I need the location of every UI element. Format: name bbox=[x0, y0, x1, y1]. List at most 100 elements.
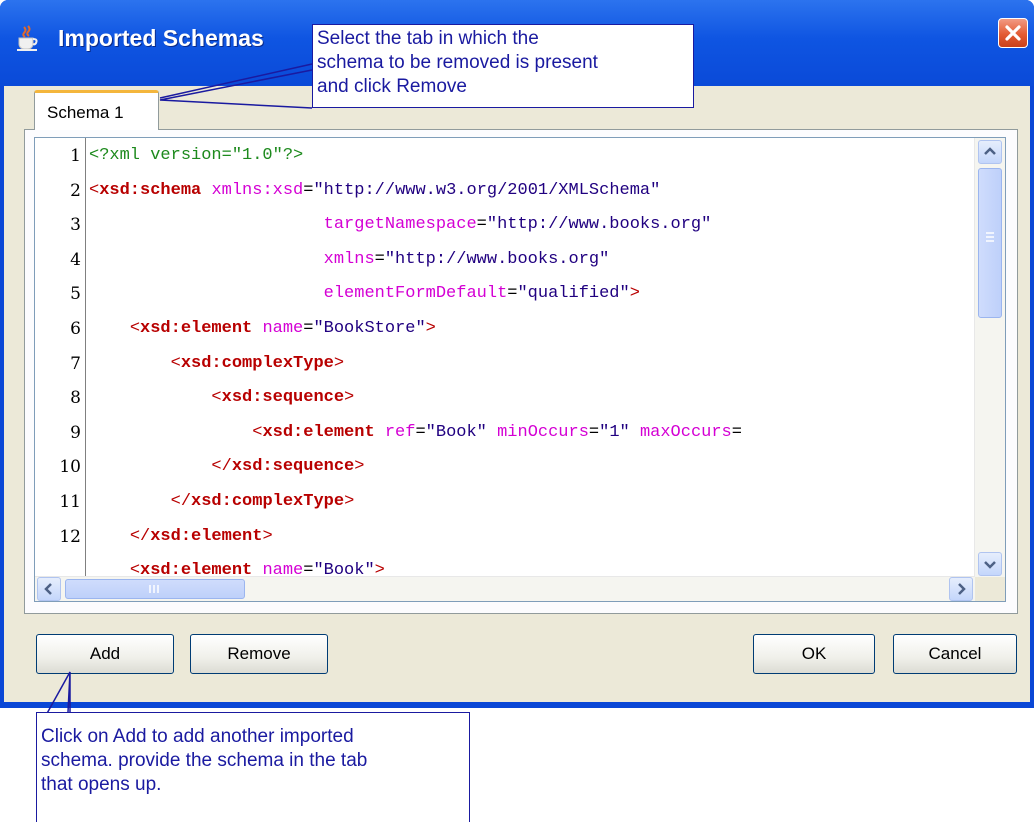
horizontal-scroll-thumb[interactable] bbox=[65, 579, 245, 599]
grip-icon bbox=[986, 232, 994, 242]
vertical-scrollbar[interactable] bbox=[974, 138, 1005, 578]
code-token: > bbox=[344, 388, 355, 408]
code-token: xsd:element bbox=[140, 319, 253, 338]
add-button[interactable]: Add bbox=[36, 634, 174, 674]
callout-line: schema. provide the schema in the tab bbox=[41, 750, 368, 771]
code-token: = bbox=[588, 422, 600, 442]
code-area[interactable]: <?xml version="1.0"?> <xsd:schema xmlns:x… bbox=[89, 138, 975, 578]
scroll-right-icon bbox=[958, 583, 966, 595]
line-number: 8 bbox=[70, 388, 81, 409]
code-line: <?xml version="1.0"?> bbox=[89, 146, 303, 165]
code-token: > bbox=[354, 457, 365, 477]
code-token: < bbox=[211, 388, 222, 408]
code-line: xmlns="http://www.books.org" bbox=[89, 249, 610, 269]
code-line: <xsd:schema xmlns:xsd="http://www.w3.org… bbox=[89, 181, 660, 200]
schema-editor[interactable]: 1 2 3 4 5 6 7 8 9 10 11 12 <?xml version="1.0"?> <xs… bbox=[34, 137, 1006, 602]
code-line: </xsd:element> bbox=[89, 527, 273, 546]
scroll-up-icon bbox=[984, 147, 996, 155]
code-token: = bbox=[507, 284, 518, 304]
code-token: < bbox=[170, 353, 181, 373]
scroll-up-button[interactable] bbox=[978, 140, 1002, 164]
tab-label: Schema 1 bbox=[47, 103, 124, 122]
code-line: </xsd:sequence> bbox=[89, 457, 364, 476]
line-number: 11 bbox=[59, 492, 81, 512]
scroll-right-button[interactable] bbox=[949, 577, 973, 601]
add-hint-callout: Click on Add to add another imported sch… bbox=[36, 712, 470, 822]
ok-button[interactable]: OK bbox=[753, 634, 875, 674]
tab-schema-1[interactable]: Schema 1 bbox=[34, 90, 159, 130]
code-line: <xsd:sequence> bbox=[89, 388, 354, 407]
code-line: <xsd:element name="BookStore"> bbox=[89, 319, 436, 338]
line-number: 1 bbox=[70, 146, 81, 166]
code-token: = bbox=[476, 215, 487, 235]
cancel-button[interactable]: Cancel bbox=[893, 634, 1017, 674]
line-number: 4 bbox=[70, 249, 81, 270]
scroll-left-button[interactable] bbox=[37, 577, 61, 601]
scroll-down-icon bbox=[984, 561, 996, 569]
callout-line: that opens up. bbox=[41, 774, 162, 795]
line-number: 12 bbox=[59, 526, 81, 547]
vertical-scroll-thumb[interactable] bbox=[978, 168, 1002, 318]
code-token: xmlns bbox=[323, 249, 375, 269]
code-token: > bbox=[333, 353, 345, 373]
grip-icon bbox=[149, 585, 159, 593]
code-token: < bbox=[129, 319, 141, 338]
code-token: targetNamespace bbox=[323, 215, 477, 235]
code-token: = bbox=[415, 422, 426, 442]
tab-hint-callout: Select the tab in which the schema to be… bbox=[312, 24, 694, 108]
code-token: = bbox=[303, 319, 314, 338]
code-token: > bbox=[344, 492, 355, 511]
code-token: minOccurs bbox=[497, 422, 589, 442]
line-number: 5 bbox=[70, 284, 81, 305]
code-token: xsd:element bbox=[262, 422, 375, 442]
code-token: maxOccurs bbox=[639, 422, 732, 442]
close-button[interactable] bbox=[998, 18, 1028, 48]
scroll-left-icon bbox=[44, 583, 52, 595]
code-token: <?xml version="1.0"?> bbox=[89, 146, 304, 165]
code-token: > bbox=[425, 319, 436, 338]
code-token: xsd:element bbox=[150, 526, 263, 546]
code-token: = bbox=[303, 180, 314, 200]
code-token: elementFormDefault bbox=[323, 284, 508, 304]
code-token: </ bbox=[129, 526, 151, 546]
code-line: <xsd:element ref="Book" minOccurs="1" ma… bbox=[89, 423, 742, 442]
code-token: </ bbox=[170, 492, 192, 511]
line-number: 7 bbox=[70, 353, 81, 374]
code-line: elementFormDefault="qualified"> bbox=[89, 284, 640, 303]
horizontal-scrollbar[interactable] bbox=[35, 576, 975, 601]
line-number: 2 bbox=[70, 180, 81, 201]
callout-line: Select the tab in which the bbox=[317, 28, 539, 49]
close-icon bbox=[1005, 25, 1021, 41]
code-token: > bbox=[629, 284, 640, 304]
callout-line: and click Remove bbox=[317, 76, 467, 97]
code-token: = bbox=[374, 249, 385, 269]
code-line: </xsd:complexType> bbox=[89, 492, 355, 511]
scroll-down-button[interactable] bbox=[978, 552, 1002, 576]
line-number: 9 bbox=[70, 422, 81, 443]
code-token: "http://www.w3.org/2001/XMLSchema" bbox=[313, 180, 661, 200]
remove-button[interactable]: Remove bbox=[190, 634, 328, 674]
code-token: "http://www.books.org" bbox=[384, 249, 610, 269]
callout-line: Click on Add to add another imported bbox=[41, 726, 354, 747]
code-token: "BookStore" bbox=[313, 319, 426, 338]
line-number: 10 bbox=[59, 457, 81, 478]
code-line: targetNamespace="http://www.books.org" bbox=[89, 215, 712, 235]
line-number-gutter: 1 2 3 4 5 6 7 8 9 10 11 12 bbox=[35, 138, 86, 578]
java-cup-icon bbox=[17, 25, 38, 51]
window-title: Imported Schemas bbox=[58, 25, 264, 51]
code-token: xsd:complexType bbox=[191, 492, 345, 511]
code-token: > bbox=[262, 526, 273, 546]
